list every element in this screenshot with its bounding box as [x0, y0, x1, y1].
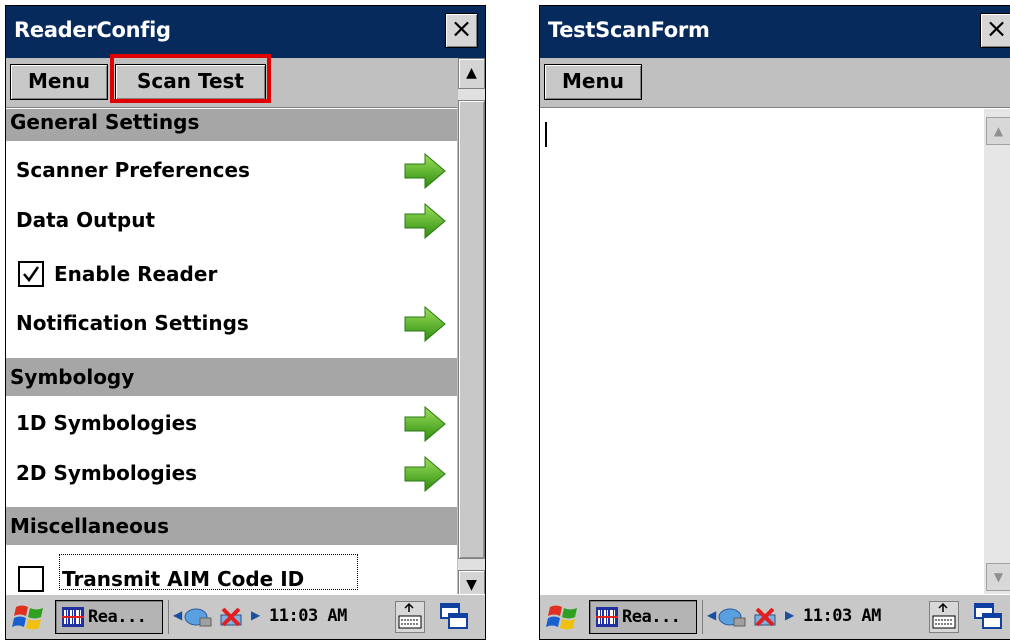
list-item-data-output[interactable]: Data Output — [6, 196, 457, 246]
item-label: Notification Settings — [16, 311, 249, 335]
window-title: ReaderConfig — [14, 18, 171, 42]
scan-test-button[interactable]: Scan Test — [115, 64, 266, 100]
menu-bar: Menu — [540, 58, 1010, 108]
title-bar: ReaderConfig × — [6, 6, 485, 58]
item-label: Data Output — [16, 208, 156, 232]
battery-alert-icon[interactable] — [217, 605, 245, 629]
tray-right-arrow-icon[interactable]: ▶ — [785, 608, 794, 622]
green-arrow-icon[interactable] — [403, 203, 447, 239]
close-button[interactable]: × — [445, 13, 478, 48]
enable-reader-checkbox[interactable] — [18, 261, 44, 287]
task-label: Rea... — [88, 607, 147, 627]
sip-icon[interactable] — [973, 602, 1003, 632]
network-icon[interactable] — [184, 606, 212, 628]
menu-button[interactable]: Menu — [10, 64, 108, 100]
sip-icon[interactable] — [439, 602, 469, 632]
text-caret — [545, 122, 547, 147]
scroll-up-button[interactable]: ▲ — [986, 117, 1010, 145]
task-button-reader[interactable]: Rea... — [589, 600, 697, 634]
window-title: TestScanForm — [548, 18, 710, 42]
green-arrow-icon[interactable] — [403, 456, 447, 492]
scroll-up-button[interactable]: ▲ — [458, 58, 485, 89]
reader-config-window: ReaderConfig × Menu Scan Test General Se… — [5, 5, 486, 640]
test-scan-form-window: TestScanForm × Menu ▲ ▼ Rea... ◀ ▶ 11:03… — [539, 5, 1010, 640]
list-item-notification-settings[interactable]: Notification Settings — [6, 299, 457, 349]
scroll-thumb[interactable] — [458, 100, 485, 559]
list-item-1d-symbologies[interactable]: 1D Symbologies — [6, 399, 457, 449]
task-button-reader[interactable]: Rea... — [55, 600, 163, 634]
tray-left-arrow-icon[interactable]: ◀ — [173, 608, 182, 622]
taskbar: Rea... ◀ ▶ 11:03 AM — [540, 594, 1010, 639]
item-label: 2D Symbologies — [16, 461, 198, 485]
section-header-general: General Settings — [6, 109, 457, 141]
vertical-scrollbar[interactable]: ▲ ▼ — [457, 58, 485, 601]
item-label: Scanner Preferences — [16, 158, 250, 182]
network-icon[interactable] — [718, 606, 746, 628]
reader-app-icon — [596, 607, 618, 627]
close-button[interactable]: × — [980, 13, 1010, 48]
list-item-scanner-preferences[interactable]: Scanner Preferences — [6, 146, 457, 196]
settings-list: General Settings Scanner Preferences Dat… — [6, 109, 457, 600]
scroll-down-button[interactable]: ▼ — [986, 563, 1010, 591]
keyboard-icon[interactable] — [929, 601, 959, 633]
list-item-enable-reader[interactable]: Enable Reader — [6, 249, 457, 299]
windows-start-icon[interactable] — [12, 601, 46, 633]
item-label: 1D Symbologies — [16, 411, 198, 435]
menu-bar: Menu Scan Test — [6, 58, 485, 108]
battery-alert-icon[interactable] — [751, 605, 779, 629]
clock[interactable]: 11:03 AM — [803, 606, 881, 626]
green-arrow-icon[interactable] — [403, 406, 447, 442]
green-arrow-icon[interactable] — [403, 153, 447, 189]
system-tray: ◀ ▶ 11:03 AM — [168, 600, 388, 634]
keyboard-icon[interactable] — [395, 601, 425, 633]
scan-output-textarea[interactable] — [540, 109, 1010, 601]
windows-start-icon[interactable] — [546, 601, 580, 633]
clock[interactable]: 11:03 AM — [269, 606, 347, 626]
transmit-aim-checkbox[interactable] — [18, 566, 44, 592]
enable-reader-label: Enable Reader — [54, 262, 218, 286]
tray-left-arrow-icon[interactable]: ◀ — [707, 608, 716, 622]
reader-app-icon — [62, 607, 84, 627]
section-header-miscellaneous: Miscellaneous — [6, 507, 457, 545]
section-header-symbology: Symbology — [6, 358, 457, 396]
system-tray: ◀ ▶ 11:03 AM — [702, 600, 922, 634]
title-bar: TestScanForm × — [540, 6, 1010, 58]
tray-right-arrow-icon[interactable]: ▶ — [251, 608, 260, 622]
task-label: Rea... — [622, 607, 681, 627]
menu-button[interactable]: Menu — [544, 64, 642, 100]
green-arrow-icon[interactable] — [403, 306, 447, 342]
focus-indicator — [59, 554, 358, 590]
list-item-2d-symbologies[interactable]: 2D Symbologies — [6, 449, 457, 499]
taskbar: Rea... ◀ ▶ 11:03 AM — [6, 594, 485, 639]
checkmark-icon — [23, 266, 40, 283]
textarea-scrollbar[interactable]: ▲ ▼ — [984, 109, 1010, 601]
